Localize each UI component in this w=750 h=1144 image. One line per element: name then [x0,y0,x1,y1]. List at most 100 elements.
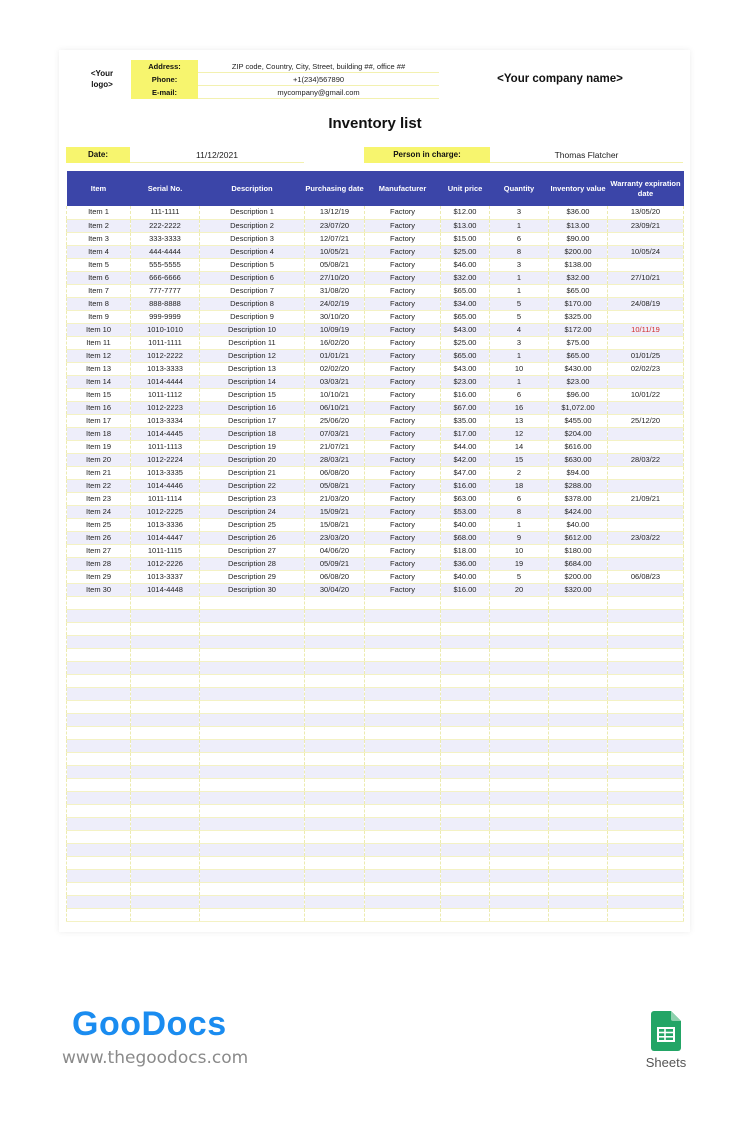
empty-cell[interactable] [304,726,365,740]
cell-inventory-value[interactable]: $325.00 [548,310,608,324]
empty-cell[interactable] [607,882,684,896]
cell-inventory-value[interactable]: $612.00 [548,531,608,545]
cell-warranty-expiration[interactable]: 10/11/19 [607,323,684,337]
empty-cell[interactable] [607,609,684,623]
empty-cell[interactable] [199,765,305,779]
cell-serial-no[interactable]: 1011-1113 [130,440,200,454]
empty-cell[interactable] [489,622,549,636]
empty-cell[interactable] [199,908,305,922]
empty-cell[interactable] [364,869,441,883]
cell-serial-no[interactable]: 1014-4444 [130,375,200,389]
empty-cell[interactable] [607,700,684,714]
cell-description[interactable]: Description 30 [199,583,305,597]
cell-serial-no[interactable]: 1012-2225 [130,505,200,519]
cell-item[interactable]: Item 6 [66,271,131,285]
empty-cell[interactable] [66,830,131,844]
empty-cell[interactable] [199,596,305,610]
empty-cell[interactable] [548,713,608,727]
column-header-inventory-value[interactable]: Inventory value [548,171,608,206]
cell-inventory-value[interactable]: $75.00 [548,336,608,350]
cell-unit-price[interactable]: $65.00 [440,284,490,298]
empty-cell[interactable] [66,804,131,818]
cell-manufacturer[interactable]: Factory [364,401,441,415]
empty-cell[interactable] [199,661,305,675]
empty-cell[interactable] [66,739,131,753]
cell-item[interactable]: Item 23 [66,492,131,506]
empty-cell[interactable] [364,713,441,727]
date-value[interactable]: 11/12/2021 [130,147,304,163]
empty-cell[interactable] [607,739,684,753]
cell-purchasing-date[interactable]: 23/03/20 [304,531,365,545]
empty-cell[interactable] [304,856,365,870]
column-header-quantity[interactable]: Quantity [489,171,549,206]
cell-description[interactable]: Description 23 [199,492,305,506]
empty-cell[interactable] [364,596,441,610]
cell-unit-price[interactable]: $53.00 [440,505,490,519]
column-header-purchasing-date[interactable]: Purchasing date [304,171,365,206]
empty-cell[interactable] [364,635,441,649]
cell-quantity[interactable]: 5 [489,297,549,311]
cell-description[interactable]: Description 29 [199,570,305,584]
cell-inventory-value[interactable]: $23.00 [548,375,608,389]
cell-manufacturer[interactable]: Factory [364,466,441,480]
cell-inventory-value[interactable]: $32.00 [548,271,608,285]
empty-cell[interactable] [607,908,684,922]
empty-cell[interactable] [607,765,684,779]
cell-warranty-expiration[interactable] [607,310,684,324]
empty-cell[interactable] [304,791,365,805]
cell-item[interactable]: Item 20 [66,453,131,467]
empty-cell[interactable] [548,674,608,688]
cell-purchasing-date[interactable]: 02/02/20 [304,362,365,376]
empty-cell[interactable] [489,661,549,675]
cell-quantity[interactable]: 9 [489,531,549,545]
cell-serial-no[interactable]: 1013-3337 [130,570,200,584]
empty-cell[interactable] [489,609,549,623]
cell-warranty-expiration[interactable]: 24/08/19 [607,297,684,311]
cell-serial-no[interactable]: 1014-4445 [130,427,200,441]
empty-cell[interactable] [130,791,200,805]
cell-description[interactable]: Description 7 [199,284,305,298]
empty-cell[interactable] [199,622,305,636]
empty-cell[interactable] [304,882,365,896]
cell-item[interactable]: Item 19 [66,440,131,454]
empty-cell[interactable] [130,674,200,688]
empty-cell[interactable] [440,778,490,792]
cell-purchasing-date[interactable]: 21/03/20 [304,492,365,506]
empty-cell[interactable] [489,726,549,740]
empty-cell[interactable] [548,687,608,701]
cell-serial-no[interactable]: 1012-2226 [130,557,200,571]
empty-cell[interactable] [199,895,305,909]
cell-purchasing-date[interactable]: 05/08/21 [304,258,365,272]
cell-unit-price[interactable]: $46.00 [440,258,490,272]
empty-cell[interactable] [66,817,131,831]
cell-item[interactable]: Item 11 [66,336,131,350]
cell-quantity[interactable]: 3 [489,258,549,272]
cell-purchasing-date[interactable]: 03/03/21 [304,375,365,389]
empty-cell[interactable] [304,908,365,922]
cell-purchasing-date[interactable]: 06/08/20 [304,466,365,480]
empty-cell[interactable] [548,752,608,766]
cell-manufacturer[interactable]: Factory [364,310,441,324]
cell-warranty-expiration[interactable] [607,544,684,558]
cell-unit-price[interactable]: $36.00 [440,557,490,571]
cell-quantity[interactable]: 15 [489,453,549,467]
cell-inventory-value[interactable]: $320.00 [548,583,608,597]
empty-cell[interactable] [304,752,365,766]
empty-cell[interactable] [548,843,608,857]
empty-cell[interactable] [66,609,131,623]
cell-warranty-expiration[interactable] [607,440,684,454]
cell-quantity[interactable]: 5 [489,310,549,324]
cell-manufacturer[interactable]: Factory [364,440,441,454]
empty-cell[interactable] [66,895,131,909]
cell-warranty-expiration[interactable]: 06/08/23 [607,570,684,584]
cell-item[interactable]: Item 1 [66,206,131,220]
cell-purchasing-date[interactable]: 31/08/20 [304,284,365,298]
empty-cell[interactable] [130,700,200,714]
cell-description[interactable]: Description 16 [199,401,305,415]
column-header-manufacturer[interactable]: Manufacturer [364,171,441,206]
cell-serial-no[interactable]: 1011-1114 [130,492,200,506]
empty-cell[interactable] [364,700,441,714]
cell-quantity[interactable]: 1 [489,349,549,363]
cell-purchasing-date[interactable]: 21/07/21 [304,440,365,454]
cell-warranty-expiration[interactable] [607,336,684,350]
